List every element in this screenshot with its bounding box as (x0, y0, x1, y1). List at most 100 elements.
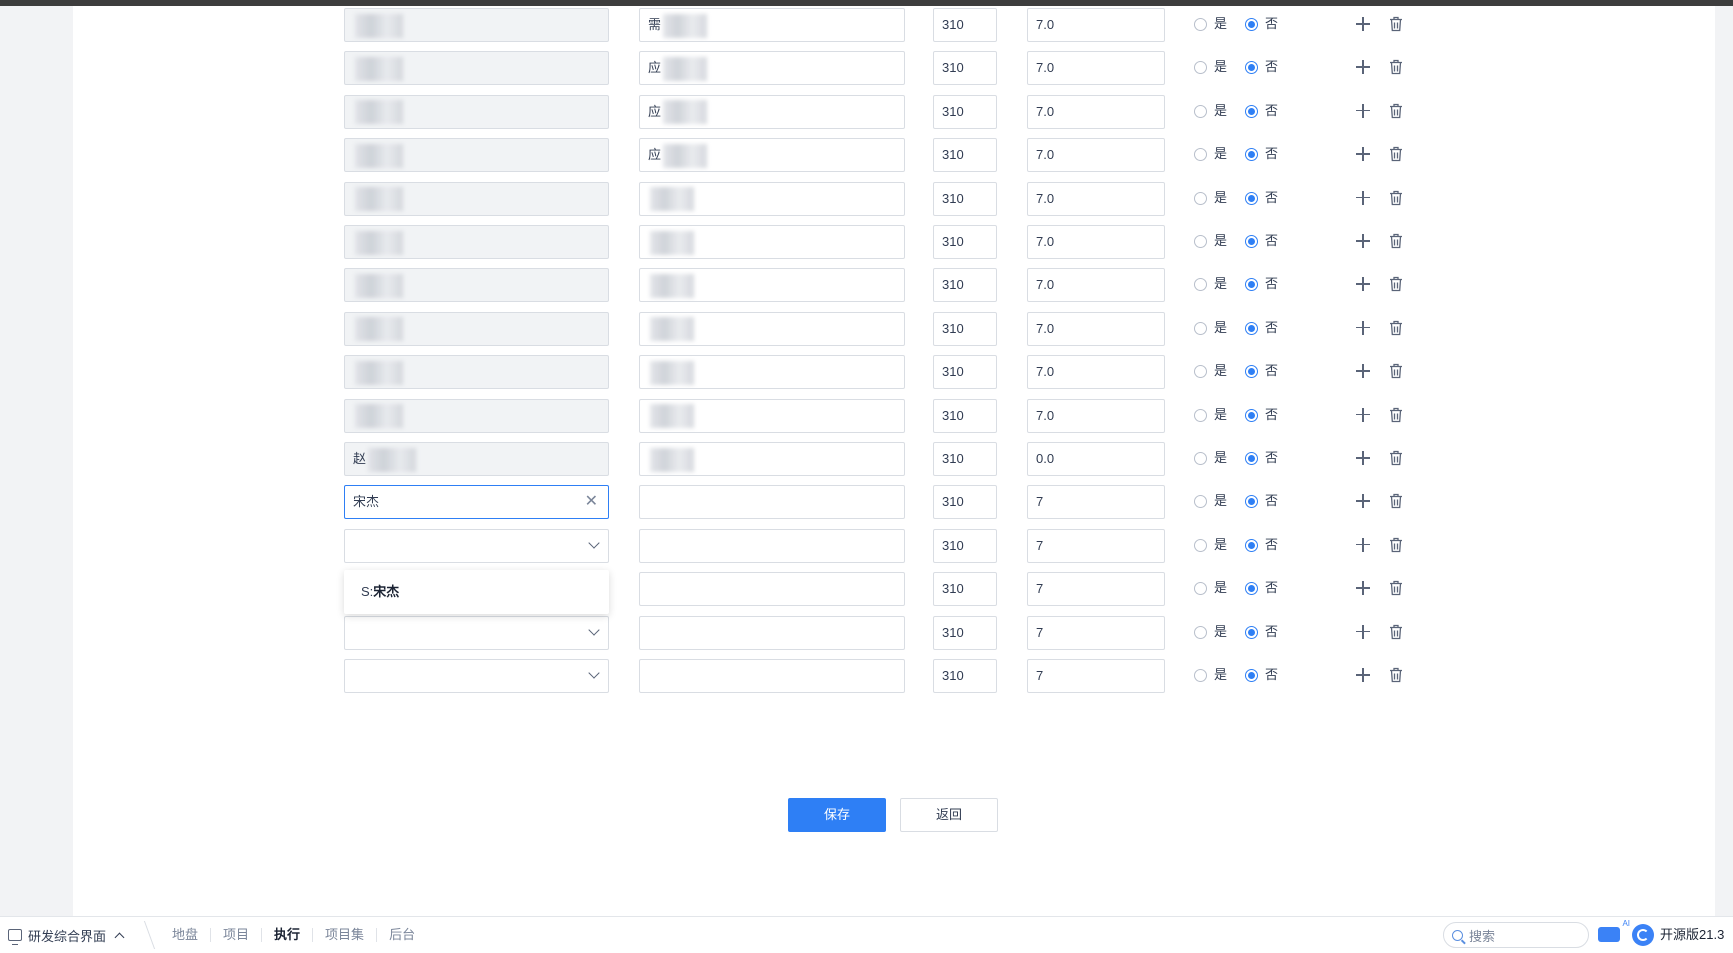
member-role-field[interactable] (639, 442, 905, 476)
member-days-input[interactable]: 7 (1027, 659, 1165, 693)
trash-icon[interactable] (1389, 190, 1403, 206)
trash-icon[interactable] (1389, 363, 1403, 379)
radio-no[interactable] (1245, 61, 1258, 75)
trash-icon[interactable] (1389, 233, 1403, 249)
member-user-field[interactable] (344, 225, 609, 259)
save-button[interactable]: 保存 (788, 798, 886, 832)
radio-yes[interactable] (1194, 18, 1207, 31)
add-row-icon[interactable] (1356, 277, 1370, 292)
member-hours-input[interactable]: 310 (933, 572, 997, 607)
trash-icon[interactable] (1389, 624, 1403, 640)
member-user-field[interactable] (344, 51, 609, 86)
member-role-field[interactable] (639, 225, 905, 259)
member-user-field[interactable] (344, 659, 609, 693)
add-row-icon[interactable] (1356, 581, 1370, 596)
member-user-field[interactable]: 赵 (344, 442, 609, 476)
radio-yes[interactable] (1194, 582, 1207, 596)
radio-no[interactable] (1245, 191, 1258, 205)
member-role-field[interactable] (639, 311, 905, 346)
radio-no[interactable] (1245, 278, 1258, 292)
member-role-field[interactable]: 应 (639, 51, 905, 86)
back-button[interactable]: 返回 (900, 798, 998, 832)
radio-no[interactable] (1245, 625, 1258, 639)
member-role-field[interactable] (639, 615, 905, 650)
member-user-field[interactable] (344, 528, 609, 563)
radio-no[interactable] (1245, 365, 1258, 379)
member-role-field[interactable] (639, 181, 905, 216)
user-suggestion-dropdown[interactable]: S:宋杰 (344, 570, 609, 614)
member-role-field[interactable]: 应 (639, 94, 905, 129)
radio-yes[interactable] (1194, 669, 1207, 682)
member-hours-input[interactable]: 310 (933, 485, 997, 520)
member-role-field[interactable] (639, 268, 905, 303)
add-row-icon[interactable] (1356, 494, 1370, 509)
add-row-icon[interactable] (1356, 537, 1370, 552)
member-user-field[interactable] (344, 8, 609, 42)
member-hours-input[interactable]: 310 (933, 355, 997, 390)
add-row-icon[interactable] (1356, 17, 1370, 31)
member-days-input[interactable]: 7.0 (1027, 138, 1165, 173)
radio-yes[interactable] (1194, 148, 1207, 162)
member-hours-input[interactable]: 310 (933, 225, 997, 259)
add-row-icon[interactable] (1356, 190, 1370, 205)
member-role-field[interactable] (639, 485, 905, 520)
member-hours-input[interactable]: 310 (933, 138, 997, 173)
member-days-input[interactable]: 7.0 (1027, 225, 1165, 259)
nav-item-execution[interactable]: 执行 (262, 928, 314, 942)
radio-yes[interactable] (1194, 365, 1207, 379)
trash-icon[interactable] (1389, 667, 1403, 683)
member-days-input[interactable]: 7 (1027, 485, 1165, 520)
radio-no[interactable] (1245, 321, 1258, 335)
clear-icon[interactable]: ✕ (585, 486, 598, 518)
add-row-icon[interactable] (1356, 364, 1370, 379)
radio-no[interactable] (1245, 495, 1258, 509)
trash-icon[interactable] (1389, 146, 1403, 162)
member-hours-input[interactable]: 310 (933, 181, 997, 216)
radio-yes[interactable] (1194, 452, 1207, 465)
radio-yes[interactable] (1194, 321, 1207, 335)
member-days-input[interactable]: 0.0 (1027, 442, 1165, 476)
radio-yes[interactable] (1194, 538, 1207, 552)
radio-no[interactable] (1245, 148, 1258, 162)
radio-no[interactable] (1245, 669, 1258, 682)
member-hours-input[interactable]: 310 (933, 8, 997, 42)
add-row-icon[interactable] (1356, 451, 1370, 465)
member-days-input[interactable]: 7.0 (1027, 311, 1165, 346)
ai-chat-icon[interactable] (1598, 919, 1630, 942)
member-role-field[interactable] (639, 528, 905, 563)
radio-no[interactable] (1245, 538, 1258, 552)
member-hours-input[interactable]: 310 (933, 311, 997, 346)
add-row-icon[interactable] (1356, 624, 1370, 639)
radio-yes[interactable] (1194, 625, 1207, 639)
member-hours-input[interactable]: 310 (933, 615, 997, 650)
member-user-field[interactable] (344, 355, 609, 390)
member-user-field[interactable]: 宋杰 ✕ (344, 485, 609, 520)
member-user-field[interactable] (344, 398, 609, 433)
nav-item-admin[interactable]: 后台 (377, 928, 427, 942)
radio-yes[interactable] (1194, 278, 1207, 292)
radio-yes[interactable] (1194, 235, 1207, 248)
trash-icon[interactable] (1389, 493, 1403, 509)
member-days-input[interactable]: 7.0 (1027, 94, 1165, 129)
add-row-icon[interactable] (1356, 668, 1370, 682)
member-hours-input[interactable]: 310 (933, 94, 997, 129)
trash-icon[interactable] (1389, 580, 1403, 596)
nav-item-program[interactable]: 项目集 (313, 928, 378, 942)
trash-icon[interactable] (1389, 16, 1403, 32)
radio-yes[interactable] (1194, 191, 1207, 205)
member-user-field[interactable] (344, 138, 609, 173)
app-switcher[interactable]: 研发综合界面 (8, 917, 125, 953)
member-days-input[interactable]: 7 (1027, 615, 1165, 650)
member-user-field[interactable] (344, 311, 609, 346)
add-row-icon[interactable] (1356, 407, 1370, 422)
trash-icon[interactable] (1389, 276, 1403, 292)
add-row-icon[interactable] (1356, 320, 1370, 335)
member-days-input[interactable]: 7.0 (1027, 355, 1165, 390)
member-hours-input[interactable]: 310 (933, 398, 997, 433)
member-role-field[interactable]: 应 (639, 138, 905, 173)
nav-item-dashboard[interactable]: 地盘 (160, 928, 212, 942)
member-hours-input[interactable]: 310 (933, 528, 997, 563)
member-user-field[interactable] (344, 615, 609, 650)
member-user-field[interactable] (344, 94, 609, 129)
add-row-icon[interactable] (1356, 60, 1370, 75)
